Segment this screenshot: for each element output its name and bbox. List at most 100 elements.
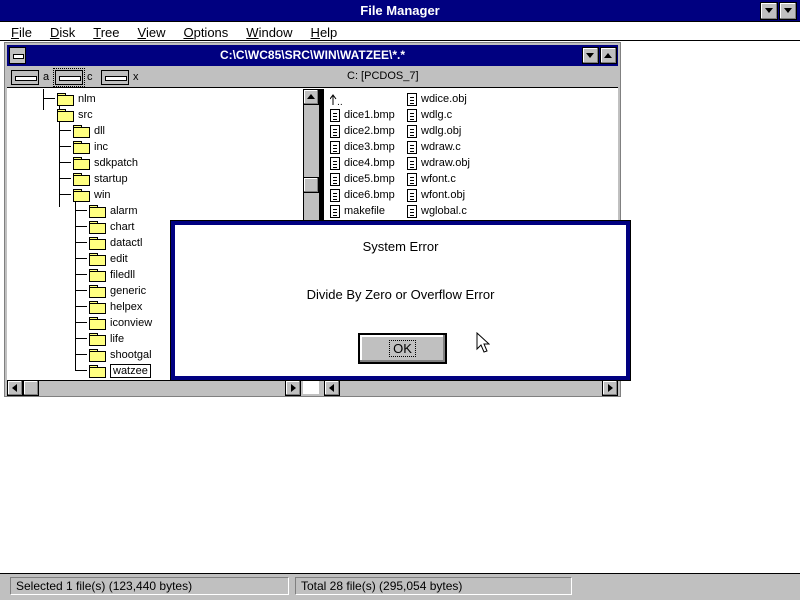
file-item[interactable]: dice5.bmp <box>330 171 395 187</box>
status-total: Total 28 file(s) (295,054 bytes) <box>295 577 572 595</box>
folder-icon <box>89 301 106 314</box>
document-icon <box>407 188 417 202</box>
folder-icon <box>89 269 106 282</box>
ok-button[interactable]: OK <box>358 333 447 364</box>
tree-item-src[interactable]: src <box>57 107 93 123</box>
document-icon <box>330 140 340 154</box>
file-item[interactable]: wfont.c <box>407 171 456 187</box>
document-icon <box>407 108 417 122</box>
file-item[interactable]: wdice.obj <box>407 91 467 107</box>
tree-item-edit[interactable]: edit <box>89 251 128 267</box>
tree-item-dll[interactable]: dll <box>73 123 105 139</box>
down-arrow-icon <box>586 53 594 58</box>
dialog-title: System Error <box>362 239 439 254</box>
file-item[interactable]: wglobal.c <box>407 203 467 219</box>
scroll-right-button[interactable] <box>602 380 618 396</box>
drive-x[interactable]: x <box>101 68 139 86</box>
file-horizontal-scrollbar[interactable] <box>319 380 618 396</box>
folder-icon <box>73 125 90 138</box>
tree-item-inc[interactable]: inc <box>73 139 108 155</box>
scroll-right-button[interactable] <box>285 380 301 396</box>
app-title: File Manager <box>360 3 440 18</box>
tree-item-win[interactable]: win <box>73 187 111 203</box>
file-item[interactable]: wdraw.obj <box>407 155 470 171</box>
document-icon <box>330 188 340 202</box>
menu-file[interactable]: File <box>0 22 39 40</box>
file-item[interactable]: wdraw.c <box>407 139 461 155</box>
scroll-thumb[interactable] <box>23 380 39 396</box>
maximize-button[interactable] <box>779 2 797 20</box>
window-control-menu-icon[interactable] <box>9 47 26 64</box>
tree-item-iconview[interactable]: iconview <box>89 315 152 331</box>
folder-open-icon <box>73 189 90 202</box>
scroll-up-button[interactable] <box>303 89 319 105</box>
folder-icon <box>89 221 106 234</box>
tree-item-datactl[interactable]: datactl <box>89 235 142 251</box>
scroll-thumb[interactable] <box>303 177 319 193</box>
file-item[interactable]: dice4.bmp <box>330 155 395 171</box>
dialog-message: Divide By Zero or Overflow Error <box>306 287 495 302</box>
file-item[interactable]: wdlg.c <box>407 107 452 123</box>
tree-item-chart[interactable]: chart <box>89 219 134 235</box>
tree-item-sdkpatch[interactable]: sdkpatch <box>73 155 138 171</box>
document-icon <box>330 108 340 122</box>
drive-c[interactable]: c <box>53 67 93 87</box>
scroll-left-button[interactable] <box>7 380 23 396</box>
child-minimize-button[interactable] <box>582 47 599 64</box>
scroll-left-button[interactable] <box>324 380 340 396</box>
parent-directory-arrow-icon: .. <box>330 93 343 106</box>
tree-item-watzee[interactable]: watzee <box>89 363 151 379</box>
tree-item-helpex[interactable]: helpex <box>89 299 142 315</box>
tree-item-filedll[interactable]: filedll <box>89 267 135 283</box>
file-item[interactable]: dice2.bmp <box>330 123 395 139</box>
menu-options[interactable]: Options <box>172 22 235 40</box>
document-icon <box>407 124 417 138</box>
left-arrow-icon <box>12 384 17 392</box>
document-icon <box>407 156 417 170</box>
status-selected: Selected 1 file(s) (123,440 bytes) <box>10 577 289 595</box>
left-arrow-icon <box>329 384 334 392</box>
menu-help[interactable]: Help <box>300 22 345 40</box>
file-item[interactable]: wfont.obj <box>407 187 465 203</box>
maximize-arrow-icon <box>784 8 792 13</box>
folder-open-icon <box>57 109 74 122</box>
tree-item-shootgal[interactable]: shootgal <box>89 347 152 363</box>
document-icon <box>407 204 417 218</box>
floppy-drive-icon <box>11 69 39 85</box>
tree-item-startup[interactable]: startup <box>73 171 128 187</box>
file-item[interactable]: dice3.bmp <box>330 139 395 155</box>
folder-open-icon <box>89 365 106 378</box>
file-item[interactable]: dice6.bmp <box>330 187 395 203</box>
child-maximize-button[interactable] <box>600 47 617 64</box>
folder-icon <box>57 93 74 106</box>
tree-item-nlm[interactable]: nlm <box>57 91 96 107</box>
app-title-bar: File Manager <box>0 0 800 22</box>
menu-window[interactable]: Window <box>235 22 299 40</box>
minimize-arrow-icon <box>765 8 773 13</box>
document-icon <box>407 172 417 186</box>
svg-text:..: .. <box>337 98 343 106</box>
menu-bar: File Disk Tree View Options Window Help <box>0 22 800 41</box>
folder-icon <box>73 141 90 154</box>
tree-item-generic[interactable]: generic <box>89 283 146 299</box>
file-item[interactable]: wdlg.obj <box>407 123 461 139</box>
file-item[interactable]: dice1.bmp <box>330 107 395 123</box>
volume-label: C: [PCDOS_7] <box>347 70 419 82</box>
menu-tree[interactable]: Tree <box>82 22 126 40</box>
up-arrow-icon <box>604 53 612 58</box>
folder-icon <box>89 349 106 362</box>
file-item[interactable]: makefile <box>330 203 385 219</box>
tree-item-alarm[interactable]: alarm <box>89 203 138 219</box>
tree-item-life[interactable]: life <box>89 331 124 347</box>
directory-path-title: C:\C\WC85\SRC\WIN\WATZEE\*.* <box>219 48 406 62</box>
folder-icon <box>89 237 106 250</box>
tree-horizontal-scrollbar[interactable] <box>7 380 303 396</box>
menu-disk[interactable]: Disk <box>39 22 82 40</box>
folder-icon <box>89 285 106 298</box>
menu-view[interactable]: View <box>127 22 173 40</box>
drive-a[interactable]: a <box>11 68 49 86</box>
document-icon <box>330 156 340 170</box>
file-item-parent[interactable]: .. <box>330 91 348 107</box>
minimize-button[interactable] <box>760 2 778 20</box>
network-drive-icon <box>101 69 129 85</box>
